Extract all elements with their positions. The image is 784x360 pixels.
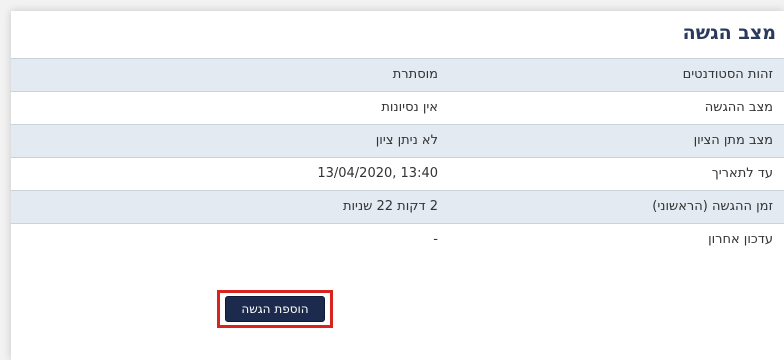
table-row-student-identity: זהות הסטודנטים מוסתרת <box>11 59 784 92</box>
section-title: מצב הגשה <box>682 22 776 44</box>
row-label: זהות הסטודנטים <box>682 67 773 82</box>
table-row-grading-status: מצב מתן הציון לא ניתן ציון <box>11 125 784 158</box>
row-value: לא ניתן ציון <box>375 133 438 148</box>
row-value: 13:40 ,13/04/2020 <box>317 166 438 181</box>
table-row-time-remaining: זמן ההגשה (הראשוני) 2 דקות 22 שניות <box>11 191 784 224</box>
row-value: - <box>433 232 438 247</box>
row-value: 2 דקות 22 שניות <box>342 199 438 214</box>
row-value: אין נסיונות <box>381 100 438 115</box>
submission-status-card: מצב הגשה זהות הסטודנטים מוסתרת מצב ההגשה… <box>11 11 784 360</box>
row-label: מצב ההגשה <box>704 100 773 115</box>
row-value: מוסתרת <box>392 67 438 82</box>
table-row-last-modified: עדכון אחרון - <box>11 224 784 256</box>
row-label: עד לתאריך <box>711 166 773 181</box>
row-label: זמן ההגשה (הראשוני) <box>652 199 773 214</box>
submission-status-table: זהות הסטודנטים מוסתרת מצב ההגשה אין נסיו… <box>11 58 784 256</box>
row-label: מצב מתן הציון <box>693 133 773 148</box>
row-label: עדכון אחרון <box>708 232 773 247</box>
table-row-due-date: עד לתאריך 13:40 ,13/04/2020 <box>11 158 784 191</box>
add-submission-button[interactable]: הוספת הגשה <box>225 296 325 322</box>
table-row-submission-status: מצב ההגשה אין נסיונות <box>11 92 784 125</box>
